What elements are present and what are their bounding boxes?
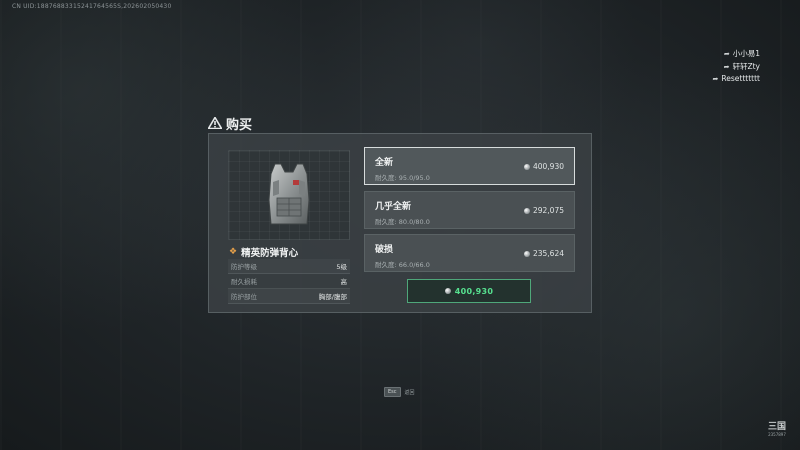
dialog-header: 购买 bbox=[207, 113, 253, 133]
stat-key: 耐久损耗 bbox=[231, 278, 257, 286]
option-condition: 几乎全新 bbox=[375, 202, 412, 212]
watermark-bottom: 2357897 bbox=[768, 432, 786, 437]
uid-label: CN UID:18876883315241764565S,20260205043… bbox=[12, 3, 172, 10]
option-durability: 耐久度: 95.0/95.0 bbox=[375, 174, 430, 182]
player-name: 轩轩Zty bbox=[732, 62, 760, 71]
stat-key: 防护部位 bbox=[231, 293, 257, 301]
stat-key: 防护等级 bbox=[231, 263, 257, 271]
option-price: 235,624 bbox=[523, 249, 564, 258]
dialog-title: 购买 bbox=[226, 117, 253, 133]
player-entry: ➦ 小小易1 bbox=[724, 48, 760, 59]
player-name: Resettttttt bbox=[721, 74, 760, 83]
player-entry: ➦ Resettttttt bbox=[713, 74, 760, 83]
buy-button-price: 400,930 bbox=[454, 286, 494, 296]
option-almost-new[interactable]: 几乎全新 耐久度: 80.0/80.0 292,075 bbox=[364, 191, 575, 229]
option-new[interactable]: 全新 耐久度: 95.0/95.0 400,930 bbox=[364, 147, 575, 185]
option-price-value: 292,075 bbox=[532, 206, 564, 215]
option-condition: 破损 bbox=[375, 245, 394, 255]
item-name-row: ❖ 精英防弹背心 bbox=[229, 245, 298, 259]
vest-image bbox=[268, 163, 310, 225]
coin-icon bbox=[523, 163, 530, 170]
player-name: 小小易1 bbox=[732, 49, 760, 58]
coin-icon bbox=[444, 288, 451, 294]
option-damaged[interactable]: 破损 耐久度: 66.0/66.0 235,624 bbox=[364, 234, 575, 272]
coin-icon bbox=[523, 207, 530, 214]
stat-row: 防护部位 胸部/腹部 bbox=[228, 289, 350, 304]
item-image bbox=[228, 150, 350, 240]
stat-value: 胸部/腹部 bbox=[318, 293, 347, 301]
warning-triangle-icon bbox=[207, 115, 223, 130]
arrow-icon: ➦ bbox=[712, 74, 719, 83]
arrow-icon: ➦ bbox=[723, 49, 730, 58]
watermark-top: 三国 bbox=[767, 422, 786, 432]
item-stats: 防护等级 5级 耐久损耗 高 防护部位 胸部/腹部 bbox=[228, 259, 350, 304]
player-entry: ➦ 轩轩Zty bbox=[724, 61, 760, 72]
esc-key: Esc bbox=[384, 387, 401, 397]
option-price: 292,075 bbox=[523, 206, 564, 215]
option-durability: 耐久度: 80.0/80.0 bbox=[375, 218, 430, 226]
option-price-value: 400,930 bbox=[532, 162, 564, 171]
option-price-value: 235,624 bbox=[532, 249, 564, 258]
stat-value: 高 bbox=[340, 278, 348, 286]
rank-diamond-icon: ❖ bbox=[229, 247, 238, 257]
option-condition: 全新 bbox=[375, 158, 394, 168]
option-durability: 耐久度: 66.0/66.0 bbox=[375, 261, 430, 269]
esc-label: 返回 bbox=[404, 389, 415, 396]
arrow-icon: ➦ bbox=[723, 62, 730, 71]
coin-icon bbox=[523, 250, 530, 257]
item-name: 精英防弹背心 bbox=[241, 248, 299, 259]
stat-row: 耐久损耗 高 bbox=[228, 274, 350, 289]
option-price: 400,930 bbox=[523, 162, 564, 171]
stat-row: 防护等级 5级 bbox=[228, 259, 350, 274]
esc-hint[interactable]: Esc 返回 bbox=[384, 387, 415, 397]
player-list: ➦ 小小易1 ➦ 轩轩Zty ➦ Resettttttt bbox=[713, 48, 760, 83]
buy-button[interactable]: 400,930 bbox=[407, 279, 531, 303]
stat-value: 5级 bbox=[336, 263, 347, 271]
watermark-logo: 三国 2357897 bbox=[764, 422, 790, 442]
